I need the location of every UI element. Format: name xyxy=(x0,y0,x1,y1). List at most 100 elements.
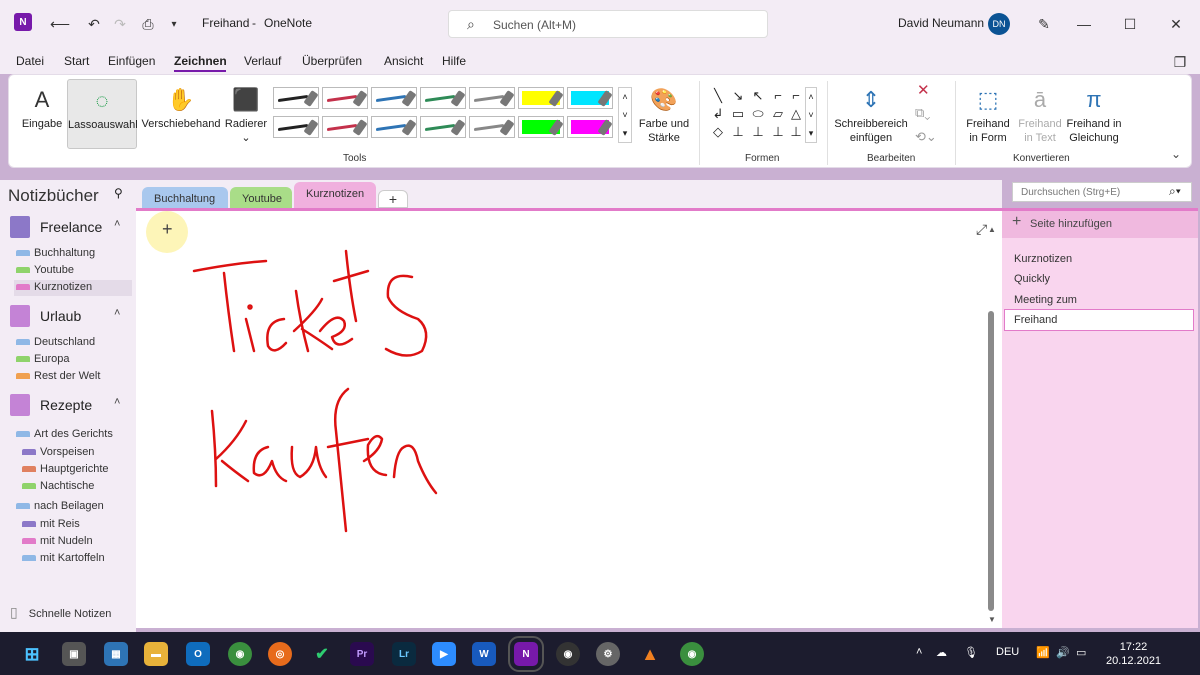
word-icon[interactable]: W xyxy=(472,642,496,666)
pen-swatch[interactable] xyxy=(371,87,417,109)
close-icon[interactable]: ✕ xyxy=(1166,14,1186,34)
battery-icon[interactable]: ▭ xyxy=(1076,646,1086,659)
freihand-in-text-button[interactable]: ā Freihand in Text xyxy=(1015,83,1065,145)
premiere-icon[interactable]: Pr xyxy=(350,642,374,666)
highlighter-swatch[interactable] xyxy=(567,87,613,109)
menu-start[interactable]: Start xyxy=(64,54,89,68)
volume-icon[interactable]: 🔊 xyxy=(1056,646,1070,659)
minimize-icon[interactable]: — xyxy=(1074,14,1094,34)
wifi-icon[interactable]: 📶 xyxy=(1036,646,1050,659)
notebook-search[interactable]: Durchsuchen (Strg+E) ⌕▾ xyxy=(1012,182,1192,202)
tab-kurznotizen[interactable]: Kurznotizen xyxy=(294,182,376,210)
page-item-kurznotizen[interactable]: Kurznotizen xyxy=(1014,253,1072,265)
chevron-up-icon[interactable]: ˄ xyxy=(114,218,120,230)
farbe-button[interactable]: 🎨 Farbe und Stärke xyxy=(635,83,693,145)
pen-swatch[interactable] xyxy=(420,87,466,109)
back-icon[interactable]: ⟵ xyxy=(50,14,70,34)
menu-einfuegen[interactable]: Einfügen xyxy=(108,54,155,68)
page-canvas[interactable]: + ⤢ ▲ ▼ xyxy=(136,208,1002,628)
corner-arrow-shape-icon[interactable]: ⌐ xyxy=(787,87,805,105)
freihand-in-form-button[interactable]: ⬚ Freihand in Form xyxy=(961,83,1015,145)
section-buchhaltung[interactable]: Buchhaltung xyxy=(14,246,132,262)
tab-youtube[interactable]: Youtube xyxy=(230,187,292,210)
section-mit-nudeln[interactable]: mit Nudeln xyxy=(20,534,138,550)
section-group-art-des-gerichts[interactable]: Art des Gerichts xyxy=(14,427,132,443)
notebook-freelance[interactable]: Freelance ˄ xyxy=(0,213,136,241)
chrome2-icon[interactable]: ◉ xyxy=(680,642,704,666)
section-deutschland[interactable]: Deutschland xyxy=(14,335,132,351)
graph2-shape-icon[interactable]: ⊥ xyxy=(749,123,767,141)
graph3-shape-icon[interactable]: ⊥ xyxy=(769,123,787,141)
chevron-up-icon[interactable]: ˄ xyxy=(114,307,120,319)
search-box[interactable]: ⌕ Suchen (Alt+M) xyxy=(448,10,768,38)
menu-hilfe[interactable]: Hilfe xyxy=(442,54,466,68)
section-youtube[interactable]: Youtube xyxy=(14,263,132,279)
arrange-icon[interactable]: ⧉⌄ xyxy=(915,105,930,121)
section-group-nach-beilagen[interactable]: nach Beilagen xyxy=(14,499,132,515)
scroll-down-icon[interactable]: ▼ xyxy=(988,615,996,624)
pen-gallery-scroll[interactable]: ˄ ˅ ▾ xyxy=(618,87,632,143)
obs-icon[interactable]: ◉ xyxy=(556,642,580,666)
pen-swatch[interactable] xyxy=(273,87,319,109)
file-explorer-icon[interactable]: ▬ xyxy=(144,642,168,666)
start-icon[interactable]: ⊞ xyxy=(20,642,44,666)
corner-left-shape-icon[interactable]: ↲ xyxy=(709,105,727,123)
delete-icon[interactable]: ✕ xyxy=(917,81,930,99)
chevron-up-icon[interactable]: ˄ xyxy=(916,646,922,658)
notebook-rezepte[interactable]: Rezepte ˄ xyxy=(0,391,136,419)
menu-ueberpruefen[interactable]: Überprüfen xyxy=(302,54,362,68)
graph4-shape-icon[interactable]: ⊥ xyxy=(787,123,805,141)
pen-swatch[interactable] xyxy=(469,116,515,138)
task-view-icon[interactable]: ▣ xyxy=(62,642,86,666)
triangle-shape-icon[interactable]: △ xyxy=(787,105,805,123)
rotate-icon[interactable]: ⟲⌄ xyxy=(915,129,937,145)
add-section-button[interactable]: + xyxy=(378,190,408,208)
eingabe-button[interactable]: A Eingabe xyxy=(19,83,65,131)
pen-swatch[interactable] xyxy=(322,116,368,138)
highlighter-swatch[interactable] xyxy=(518,116,564,138)
schreibbereich-button[interactable]: ⇕ Schreibbereich einfügen xyxy=(833,83,909,145)
undo-icon[interactable]: ↶ xyxy=(84,14,104,34)
parallelogram-shape-icon[interactable]: ▱ xyxy=(769,105,787,123)
graph-shape-icon[interactable]: ⊥ xyxy=(729,123,747,141)
avatar[interactable]: DN xyxy=(988,13,1010,35)
notebook-urlaub[interactable]: Urlaub ˄ xyxy=(0,302,136,330)
lasso-button[interactable]: ◌ Lassoauswahl xyxy=(67,79,138,149)
page-item-quickly[interactable]: Quickly xyxy=(1014,273,1050,285)
check-app-icon[interactable]: ✔ xyxy=(310,642,334,666)
redo-icon[interactable]: ↷ xyxy=(110,14,130,34)
section-mit-kartoffeln[interactable]: mit Kartoffeln xyxy=(20,551,138,567)
quick-notes[interactable]: ▯ Schnelle Notizen xyxy=(10,604,111,621)
zoom-icon[interactable]: ▶ xyxy=(432,642,456,666)
lightroom-icon[interactable]: Lr xyxy=(392,642,416,666)
chrome-icon[interactable]: ◉ xyxy=(228,642,252,666)
pin-icon[interactable]: ⚲ xyxy=(114,186,123,200)
pen-swatch[interactable] xyxy=(371,116,417,138)
microphone-icon[interactable]: 🎙 xyxy=(964,646,978,659)
quick-access-dropdown-icon[interactable]: ▾ xyxy=(164,14,184,34)
freihand-in-gleichung-button[interactable]: π Freihand in Gleichung xyxy=(1061,83,1127,145)
clock[interactable]: 17:22 20.12.2021 xyxy=(1106,640,1161,668)
language-indicator[interactable]: DEU xyxy=(996,646,1019,658)
menu-datei[interactable]: Datei xyxy=(16,54,44,68)
section-europa[interactable]: Europa xyxy=(14,352,132,368)
section-mit-reis[interactable]: mit Reis xyxy=(20,517,138,533)
page-item-meeting[interactable]: Meeting zum xyxy=(1014,294,1077,306)
user-name[interactable]: David Neumann xyxy=(898,16,984,30)
diamond-shape-icon[interactable]: ◇ xyxy=(709,123,727,141)
widgets-icon[interactable]: ▦ xyxy=(104,642,128,666)
pen-settings-icon[interactable]: ✎ xyxy=(1034,14,1054,34)
tab-buchhaltung[interactable]: Buchhaltung xyxy=(142,187,228,210)
verschiebehand-button[interactable]: ✋ Verschiebehand xyxy=(141,83,221,131)
maximize-icon[interactable]: ☐ xyxy=(1120,14,1140,34)
arrow-shape-icon[interactable]: ↘ xyxy=(729,87,747,105)
firefox-icon[interactable]: ◎ xyxy=(268,642,292,666)
section-rest-der-welt[interactable]: Rest der Welt xyxy=(14,369,132,385)
vlc-icon[interactable]: ▲ xyxy=(638,642,662,666)
line-shape-icon[interactable]: ╲ xyxy=(709,87,727,105)
menu-verlauf[interactable]: Verlauf xyxy=(244,54,281,68)
highlighter-swatch[interactable] xyxy=(518,87,564,109)
collapse-ribbon-icon[interactable]: ⌄ xyxy=(1171,147,1181,161)
menu-ansicht[interactable]: Ansicht xyxy=(384,54,423,68)
add-page-button[interactable]: + Seite hinzufügen xyxy=(1002,211,1198,238)
